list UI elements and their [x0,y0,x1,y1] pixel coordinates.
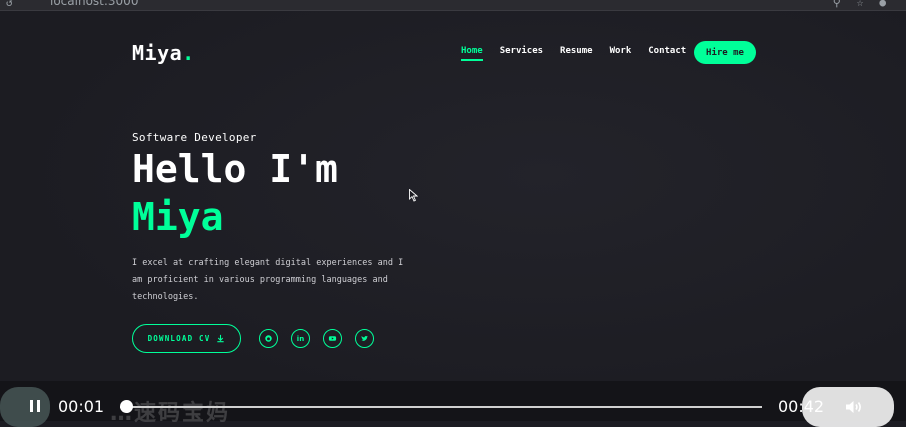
main-nav: Home Services Resume Work Contact [461,46,686,61]
total-time: 00:42 [778,397,825,416]
download-icon [217,334,225,343]
current-time: 00:01 [58,397,105,416]
hero-subtitle: Software Developer [132,131,257,144]
nav-work[interactable]: Work [610,46,632,61]
github-icon[interactable] [259,329,278,348]
hero-name: Miya [132,195,224,239]
browser-toolbar: ↺ localhost:3000 ⚲ ☆ ● [0,0,906,11]
hero-description: I excel at crafting elegant digital expe… [132,258,404,302]
volume-icon[interactable] [845,400,863,414]
hero-greeting: Hello I'm [132,147,338,191]
video-player-controls: …速码宝妈 00:01 00:42 [0,381,906,427]
star-icon[interactable]: ☆ [857,0,864,9]
profile-icon[interactable]: ● [879,0,886,9]
pause-icon[interactable] [30,400,40,412]
address-bar[interactable]: localhost:3000 [50,0,138,8]
progress-track[interactable] [120,406,762,408]
youtube-icon[interactable] [323,329,342,348]
progress-knob[interactable] [119,400,133,413]
mouse-cursor-icon [409,189,418,202]
nav-home[interactable]: Home [461,46,483,61]
nav-contact[interactable]: Contact [648,46,686,61]
linkedin-icon[interactable]: in [291,329,310,348]
nav-resume[interactable]: Resume [560,46,593,61]
hire-me-button[interactable]: Hire me [694,41,756,64]
social-links: in [259,329,374,348]
portfolio-page: Miya. Home Services Resume Work Contact … [0,11,906,421]
video-thumbnail-left [0,387,50,427]
twitter-icon[interactable] [355,329,374,348]
site-logo[interactable]: Miya. [132,41,195,65]
download-cv-button[interactable]: DOWNLOAD CV [132,324,241,353]
reload-icon[interactable]: ↺ [6,0,13,9]
nav-services[interactable]: Services [500,46,543,61]
search-icon[interactable]: ⚲ [833,0,841,9]
download-cv-label: DOWNLOAD CV [147,334,211,343]
